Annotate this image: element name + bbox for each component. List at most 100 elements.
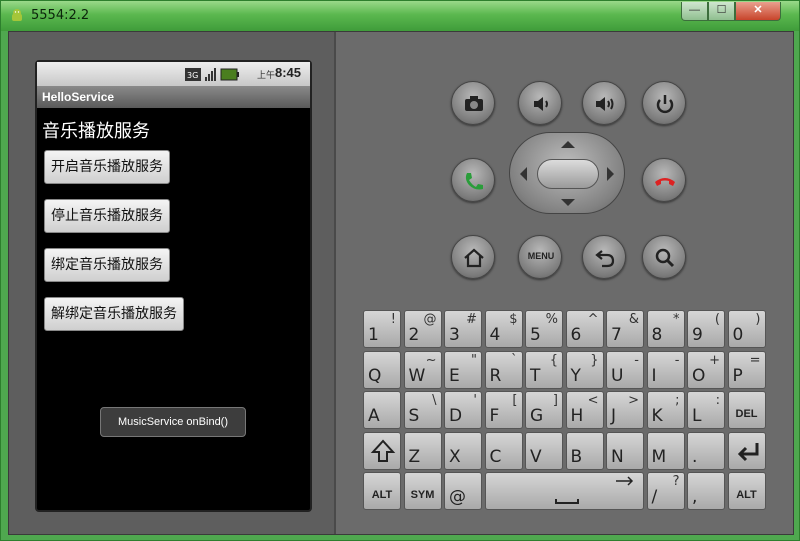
key-4[interactable]: 4 $ (484, 310, 523, 348)
key-label: / (651, 487, 658, 507)
alt-key-left[interactable]: ALT (363, 472, 401, 510)
key-label: 0 (732, 325, 744, 345)
key-9[interactable]: 9( (687, 310, 725, 348)
key-h[interactable]: H < (565, 391, 604, 429)
power-button[interactable] (642, 81, 686, 125)
dpad-up-icon[interactable] (561, 141, 575, 148)
sym-key[interactable]: SYM (403, 472, 442, 510)
key-s[interactable]: S \ (403, 391, 442, 429)
enter-key[interactable] (727, 431, 766, 470)
key-alt-label: & (628, 312, 639, 327)
app-title-bar: HelloService (37, 86, 310, 108)
hardware-controls: MENU 1! 2 @3 #4 $5% 6 ^ 7 & 8 * 9(0) Q W ~ E " R ` T{Y} U - I -… (338, 32, 793, 534)
key-m[interactable]: M (646, 431, 685, 470)
key-u[interactable]: U- (606, 350, 644, 389)
key-w[interactable]: W ~ (403, 350, 442, 389)
key-l[interactable]: L: (687, 391, 725, 429)
camera-button[interactable] (451, 81, 495, 125)
key-r[interactable]: R ` (484, 350, 523, 389)
maximize-button[interactable]: ☐ (708, 2, 735, 21)
key-e[interactable]: E " (444, 350, 482, 389)
key-alt-label: } (590, 352, 599, 368)
key-label: @ (449, 487, 466, 507)
title-bar[interactable]: 5554:2.2 — ☐ ✕ (1, 1, 799, 31)
dpad-center-button[interactable] (537, 159, 599, 189)
key-label: 9 (692, 325, 703, 345)
key-d[interactable]: D ' (444, 391, 482, 429)
key-label: Z (408, 446, 421, 467)
key-label: U (611, 365, 624, 386)
delete-key[interactable]: DEL (727, 391, 766, 429)
call-button[interactable] (451, 158, 495, 202)
key-0[interactable]: 0) (727, 310, 766, 348)
key-label: 5 (530, 325, 541, 345)
slash-key[interactable]: /? (646, 472, 685, 510)
menu-icon: MENU (527, 251, 555, 261)
key-v[interactable]: V (525, 431, 563, 470)
key-o[interactable]: O + (687, 350, 725, 389)
dpad-right-icon[interactable] (607, 167, 614, 181)
device-screen[interactable]: 3G 上午 8:45 HelloService 音乐播放服务 开启音乐播放服务 … (35, 60, 312, 512)
start-service-button[interactable]: 开启音乐播放服务 (44, 150, 170, 184)
key-p[interactable]: P = (727, 350, 766, 389)
stop-service-button[interactable]: 停止音乐播放服务 (44, 199, 170, 233)
key-n[interactable]: N (606, 431, 644, 470)
key-q[interactable]: Q (363, 350, 401, 389)
key-y[interactable]: Y} (565, 350, 604, 389)
key-period[interactable]: . (687, 431, 725, 470)
key-label: N (611, 446, 624, 467)
dpad-left-icon[interactable] (520, 167, 527, 181)
menu-button[interactable]: MENU (518, 235, 562, 279)
close-button[interactable]: ✕ (735, 2, 781, 21)
key-label: 4 (489, 325, 501, 345)
home-button[interactable] (451, 235, 495, 279)
key-alt-label: @ (423, 312, 437, 327)
volume-down-button[interactable] (518, 81, 562, 125)
key-b[interactable]: B (565, 431, 604, 470)
shift-key[interactable] (363, 431, 401, 470)
key-g[interactable]: G] (525, 391, 563, 429)
comma-key[interactable]: , (687, 472, 725, 510)
key-label: 8 (651, 325, 663, 345)
dpad-down-icon[interactable] (561, 199, 575, 206)
key-7[interactable]: 7 & (606, 310, 644, 348)
at-key[interactable]: @ (444, 472, 482, 510)
key-label: R (489, 365, 502, 386)
key-z[interactable]: Z (403, 431, 442, 470)
bind-service-button[interactable]: 绑定音乐播放服务 (44, 248, 170, 282)
back-icon (595, 250, 615, 268)
key-alt-label: = (749, 352, 761, 368)
key-a[interactable]: A (363, 391, 401, 429)
key-6[interactable]: 6 ^ (565, 310, 604, 348)
key-2[interactable]: 2 @ (403, 310, 442, 348)
search-button[interactable] (642, 235, 686, 279)
key-label: O (692, 365, 706, 386)
window-title: 5554:2.2 (31, 8, 90, 23)
key-c[interactable]: C (484, 431, 523, 470)
dpad[interactable] (509, 132, 625, 214)
key-label: 6 (570, 325, 582, 345)
key-3[interactable]: 3 # (444, 310, 482, 348)
key-8[interactable]: 8 * (646, 310, 685, 348)
minimize-button[interactable]: — (681, 2, 708, 21)
key-t[interactable]: T{ (525, 350, 563, 389)
alt-key-right[interactable]: ALT (727, 472, 766, 510)
key-1[interactable]: 1! (363, 310, 401, 348)
battery-icon (220, 68, 239, 81)
key-j[interactable]: J > (606, 391, 644, 429)
volume-up-button[interactable] (582, 81, 626, 125)
key-alt-label: \ (432, 393, 437, 408)
unbind-service-button[interactable]: 解绑定音乐播放服务 (44, 297, 184, 331)
key-5[interactable]: 5% (525, 310, 563, 348)
end-call-button[interactable] (642, 158, 686, 202)
key-f[interactable]: F[ (484, 391, 523, 429)
signal-icon (205, 68, 216, 81)
key-i[interactable]: I- (646, 350, 685, 389)
space-key[interactable] (484, 472, 644, 510)
back-button[interactable] (582, 235, 626, 279)
space-icon (554, 476, 633, 504)
key-k[interactable]: K; (646, 391, 685, 429)
key-x[interactable]: X (444, 431, 482, 470)
key-alt-label: { (549, 352, 558, 368)
key-label: A (368, 406, 380, 426)
